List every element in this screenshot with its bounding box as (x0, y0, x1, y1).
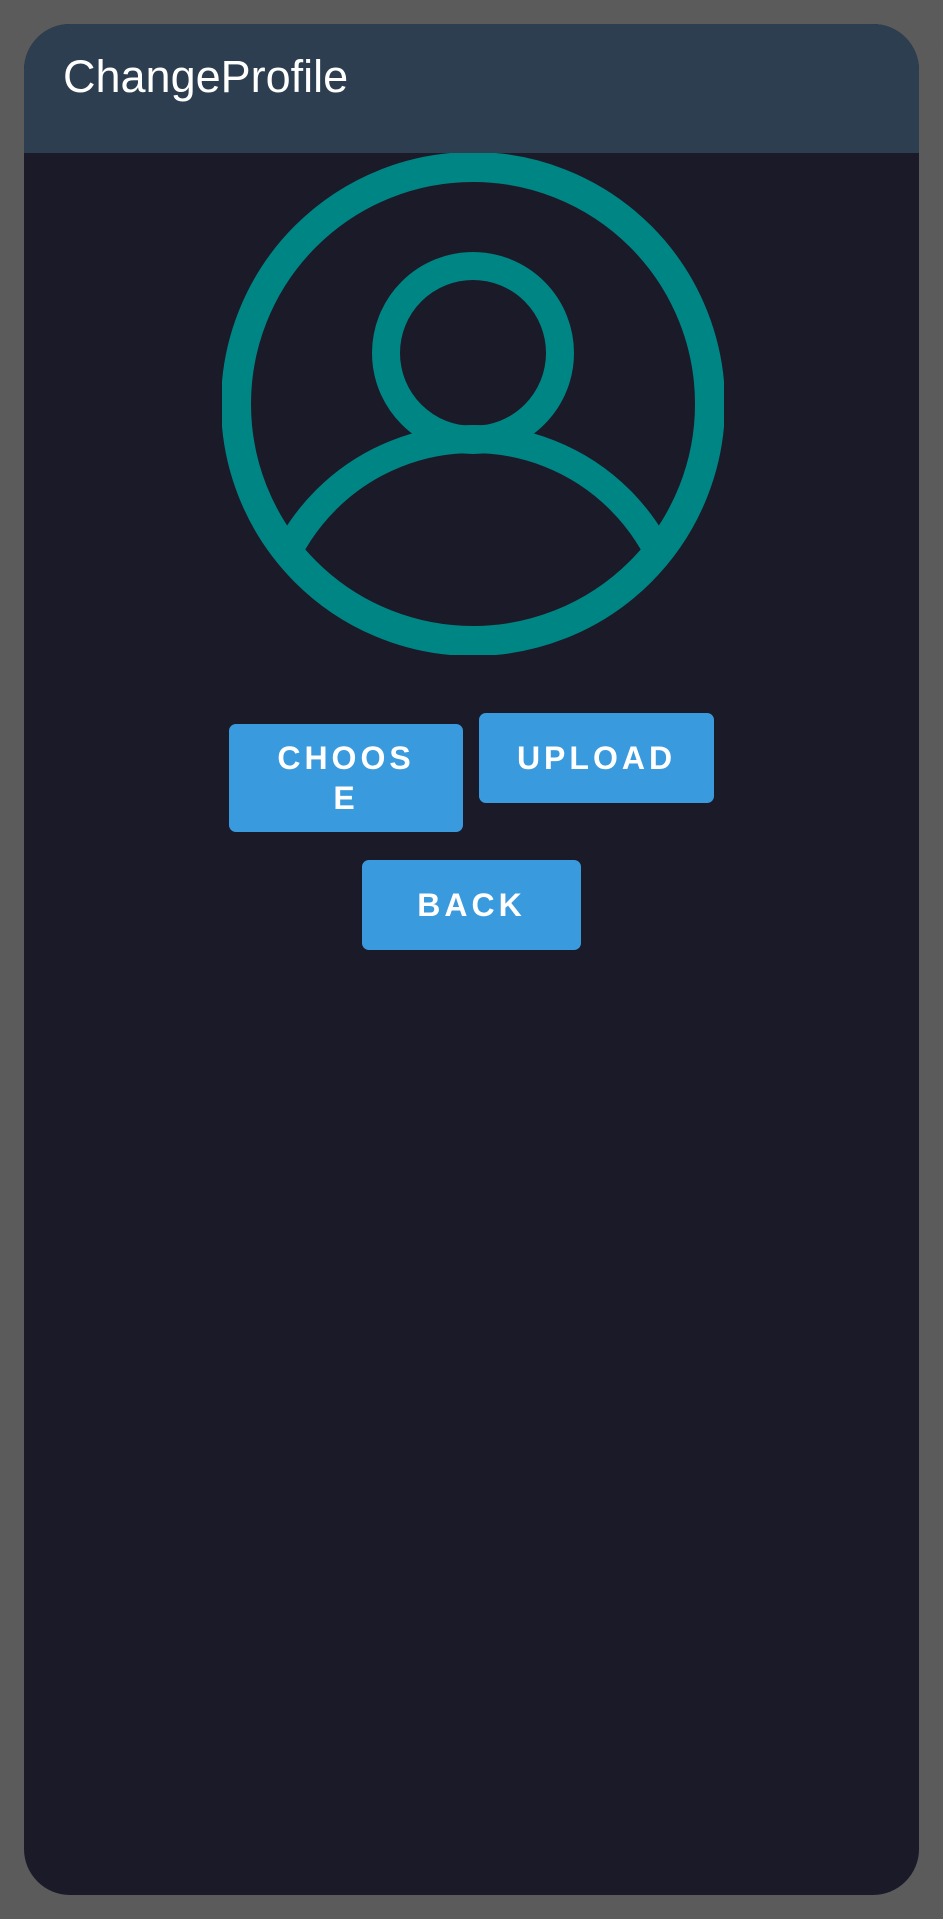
device-frame: ChangeProfile CHOOSE UPLOAD BACK (0, 0, 943, 1919)
upload-button[interactable]: UPLOAD (479, 713, 714, 803)
profile-avatar (221, 152, 725, 656)
app-screen: ChangeProfile CHOOSE UPLOAD BACK (24, 24, 919, 1895)
app-bar: ChangeProfile (24, 24, 919, 153)
choose-button[interactable]: CHOOSE (229, 724, 463, 832)
page-title: ChangeProfile (63, 51, 349, 102)
back-button[interactable]: BACK (362, 860, 581, 950)
account-circle-icon (221, 152, 725, 656)
